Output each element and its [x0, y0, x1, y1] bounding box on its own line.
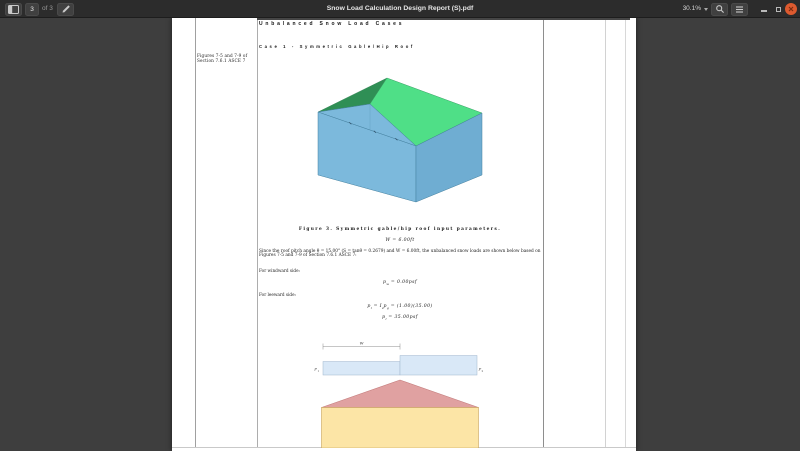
zoom-dropdown[interactable]: 30.1% — [683, 0, 708, 18]
pdf-page: Unbalanced Snow Load Cases Case 1 - Symm… — [172, 18, 636, 451]
chevron-down-icon — [704, 8, 708, 11]
column-divider-5 — [625, 18, 626, 448]
page-number-input[interactable]: 3 — [25, 3, 39, 16]
column-divider-3 — [543, 18, 544, 448]
snow-rect-windward — [323, 362, 400, 376]
menu-button[interactable] — [731, 3, 748, 16]
pdf-viewer-window: 3 of 3 Snow Load Calculation Design Repo… — [0, 0, 800, 451]
search-icon — [715, 4, 725, 14]
sidebar-toggle-icon — [8, 5, 19, 14]
figure-caption: Figure 3. Symmetric gable/hip roof input… — [257, 227, 543, 232]
document-canvas[interactable]: Unbalanced Snow Load Cases Case 1 - Symm… — [0, 18, 800, 451]
house-wall-rect — [322, 408, 479, 449]
case-heading: Case 1 - Symmetric Gable/Hip Roof — [259, 44, 415, 49]
p1-subscript: 1 — [318, 369, 320, 373]
maximize-button[interactable] — [773, 3, 783, 15]
w-equation: W = 6.00ft — [257, 238, 543, 243]
snow-rect-leeward — [400, 356, 477, 376]
maximize-icon — [776, 7, 781, 12]
dimension-label: w — [360, 342, 364, 347]
annotation-button[interactable] — [57, 3, 74, 16]
margin-note: Figures 7-5 and 7-9 of Section 7.6.1 ASC… — [197, 53, 255, 63]
pen-icon — [61, 4, 71, 14]
house-3d-figure — [300, 68, 512, 222]
minimize-icon — [761, 10, 767, 12]
hamburger-menu-icon — [735, 5, 744, 14]
load-diagram: w P 1 P 2 — [312, 340, 484, 448]
column-divider-4 — [605, 18, 606, 448]
window-title: Snow Load Calculation Design Report (S).… — [100, 0, 700, 18]
zoom-level: 30.1% — [683, 0, 701, 18]
leeward-formula-eq: pl = Ispg = (1.00)(35.00) — [257, 304, 543, 310]
windward-label: For windward side: — [259, 268, 300, 273]
table-top-border — [257, 18, 630, 20]
leeward-formula-value: pl = 35.00psf — [257, 315, 543, 321]
page-total-label: of 3 — [42, 0, 53, 18]
windward-formula: pw = 0.00psf — [257, 280, 543, 286]
body-paragraph: Since the roof pitch angle θ = 15.00° (S… — [259, 250, 541, 260]
close-icon — [785, 3, 797, 15]
search-button[interactable] — [711, 3, 728, 16]
leeward-label: For leeward side: — [259, 292, 296, 297]
close-button[interactable] — [785, 3, 797, 15]
toolbar: 3 of 3 Snow Load Calculation Design Repo… — [0, 0, 800, 18]
section-title: Unbalanced Snow Load Cases — [259, 21, 404, 27]
sidebar-toggle-button[interactable] — [5, 3, 22, 16]
minimize-button[interactable] — [759, 3, 769, 15]
column-divider-1 — [195, 18, 196, 448]
roof-triangle — [322, 380, 479, 408]
p2-subscript: 2 — [482, 369, 484, 373]
column-divider-2 — [257, 18, 258, 448]
